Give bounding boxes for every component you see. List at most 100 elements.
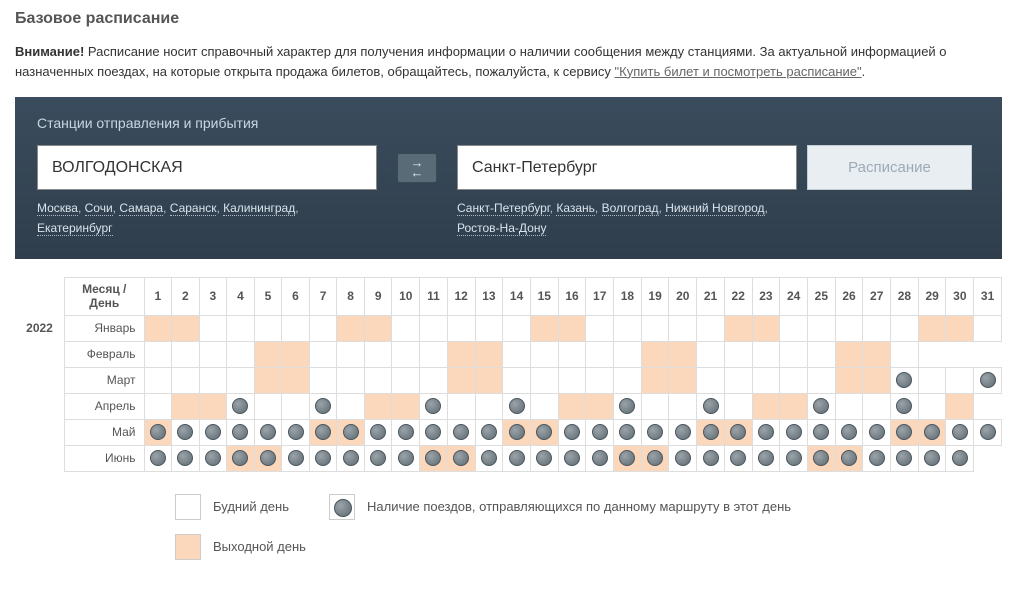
search-heading: Станции отправления и прибытия [37, 115, 980, 131]
quick-link[interactable]: Саранск [170, 201, 217, 216]
train-dot-icon [758, 450, 774, 466]
day-cell [835, 315, 863, 341]
train-dot-icon [232, 398, 248, 414]
legend: Будний день Наличие поездов, отправляющи… [15, 494, 1002, 560]
train-dot-icon [232, 450, 248, 466]
day-cell [254, 367, 282, 393]
day-cell [780, 445, 808, 471]
to-station-input[interactable] [457, 145, 797, 190]
day-cell [447, 341, 475, 367]
train-dot-icon [786, 450, 802, 466]
train-dot-icon [315, 450, 331, 466]
quick-link[interactable]: Санкт-Петербург [457, 201, 550, 216]
quick-link[interactable]: Екатеринбург [37, 221, 113, 236]
train-dot-icon [177, 450, 193, 466]
day-cell [974, 393, 1002, 419]
day-cell [835, 367, 863, 393]
day-cell [724, 341, 752, 367]
day-cell [447, 367, 475, 393]
day-header: 7 [309, 277, 337, 315]
day-cell [282, 341, 310, 367]
train-dot-icon [786, 424, 802, 440]
day-header: 31 [974, 277, 1002, 315]
day-header: 22 [724, 277, 752, 315]
train-dot-icon [425, 424, 441, 440]
notice-text: Внимание! Расписание носит справочный ха… [15, 42, 1002, 81]
day-cell [891, 315, 919, 341]
day-cell [420, 419, 448, 445]
day-cell [475, 315, 503, 341]
train-dot-icon [564, 424, 580, 440]
day-cell [807, 445, 835, 471]
day-cell [199, 341, 227, 367]
day-cell [172, 445, 200, 471]
day-cell [586, 393, 614, 419]
day-cell [558, 445, 586, 471]
day-cell [974, 341, 1002, 367]
legend-work-box [175, 494, 201, 520]
day-cell [144, 315, 172, 341]
day-cell [309, 341, 337, 367]
train-dot-icon [619, 424, 635, 440]
day-cell [172, 341, 200, 367]
quick-link[interactable]: Волгоград [602, 201, 659, 216]
quick-link[interactable]: Москва [37, 201, 78, 216]
quick-link[interactable]: Ростов-На-Дону [457, 221, 546, 236]
day-cell [530, 341, 558, 367]
notice-link[interactable]: "Купить билет и посмотреть расписание" [615, 64, 862, 79]
quick-link[interactable]: Казань [556, 201, 595, 216]
schedule-button[interactable]: Расписание [807, 145, 972, 190]
train-dot-icon [841, 424, 857, 440]
day-cell [144, 393, 172, 419]
day-header: 26 [835, 277, 863, 315]
day-cell [337, 367, 365, 393]
day-cell [669, 419, 697, 445]
day-cell [254, 393, 282, 419]
day-cell [724, 393, 752, 419]
train-dot-icon [924, 450, 940, 466]
day-cell [891, 419, 919, 445]
quick-link[interactable]: Калининград [223, 201, 295, 216]
day-header: 8 [337, 277, 365, 315]
day-cell [669, 341, 697, 367]
swap-button[interactable]: → ← [397, 153, 437, 183]
day-cell [669, 315, 697, 341]
day-cell [227, 419, 255, 445]
train-dot-icon [896, 398, 912, 414]
train-dot-icon [813, 398, 829, 414]
day-cell [946, 367, 974, 393]
from-station-input[interactable] [37, 145, 377, 190]
day-header: 20 [669, 277, 697, 315]
day-header: 11 [420, 277, 448, 315]
day-cell [946, 341, 974, 367]
day-cell [586, 445, 614, 471]
month-label: Июнь [65, 445, 145, 471]
quick-link[interactable]: Сочи [85, 201, 113, 216]
day-header: 14 [503, 277, 531, 315]
train-dot-icon [425, 450, 441, 466]
train-dot-icon [730, 450, 746, 466]
train-dot-icon [647, 450, 663, 466]
train-dot-icon [536, 450, 552, 466]
day-cell [614, 367, 642, 393]
day-cell [780, 315, 808, 341]
train-dot-icon [315, 398, 331, 414]
day-cell [364, 419, 392, 445]
day-cell [282, 445, 310, 471]
day-cell [282, 367, 310, 393]
day-cell [697, 341, 725, 367]
train-dot-icon [260, 450, 276, 466]
day-cell [227, 393, 255, 419]
month-label: Апрель [65, 393, 145, 419]
day-cell [891, 367, 919, 393]
day-cell [144, 367, 172, 393]
day-cell [199, 419, 227, 445]
train-dot-icon [370, 424, 386, 440]
day-cell [337, 393, 365, 419]
quick-link[interactable]: Самара [119, 201, 163, 216]
day-cell [752, 367, 780, 393]
quick-link[interactable]: Нижний Новгород [665, 201, 764, 216]
day-cell [918, 341, 946, 367]
day-cell [863, 445, 891, 471]
train-dot-icon [150, 450, 166, 466]
